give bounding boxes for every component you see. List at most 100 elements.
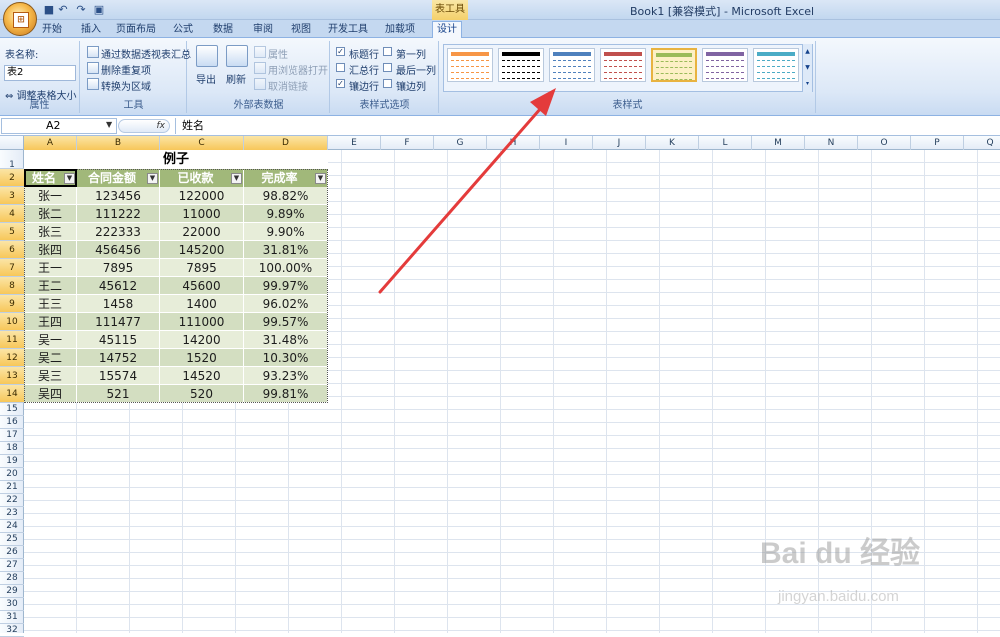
column-header-I[interactable]: I: [540, 136, 593, 150]
row-header-20[interactable]: 20: [0, 468, 24, 481]
table-style-swatch-2[interactable]: [549, 48, 595, 82]
banded-columns-checkbox[interactable]: [383, 79, 392, 88]
table-name-input[interactable]: 表2: [4, 65, 76, 81]
row-header-6[interactable]: 6: [0, 241, 24, 259]
column-header-P[interactable]: P: [911, 136, 964, 150]
row-header-2[interactable]: 2: [0, 169, 24, 187]
table-cell[interactable]: 111477: [77, 313, 160, 331]
tab-9[interactable]: 设计: [432, 21, 462, 38]
row-header-22[interactable]: 22: [0, 494, 24, 507]
row-header-29[interactable]: 29: [0, 585, 24, 598]
row-header-15[interactable]: 15: [0, 403, 24, 416]
unlink-button[interactable]: 取消链接: [268, 78, 308, 93]
table-cell[interactable]: 100.00%: [244, 259, 328, 277]
table-style-swatch-1[interactable]: [498, 48, 544, 82]
column-header-N[interactable]: N: [805, 136, 858, 150]
row-header-10[interactable]: 10: [0, 313, 24, 331]
table-header-cell[interactable]: 合同金额 ▼: [77, 169, 160, 187]
row-header-21[interactable]: 21: [0, 481, 24, 494]
table-cell[interactable]: 王四: [24, 313, 77, 331]
gallery-scroll[interactable]: ▲ ▼ ▾: [802, 44, 812, 92]
total-row-checkbox[interactable]: [336, 63, 345, 72]
gallery-more-icon[interactable]: ▾: [803, 76, 812, 92]
row-header-3[interactable]: 3: [0, 187, 24, 205]
table-cell[interactable]: 7895: [77, 259, 160, 277]
external-properties-button[interactable]: 属性: [268, 46, 288, 61]
column-header-O[interactable]: O: [858, 136, 911, 150]
table-cell[interactable]: 14520: [160, 367, 244, 385]
column-header-F[interactable]: F: [381, 136, 434, 150]
table-cell[interactable]: 14200: [160, 331, 244, 349]
table-cell[interactable]: 93.23%: [244, 367, 328, 385]
table-cell[interactable]: 521: [77, 385, 160, 403]
row-header-1[interactable]: 1: [0, 150, 24, 170]
tab-1[interactable]: 插入: [76, 22, 106, 38]
table-style-swatch-6[interactable]: [753, 48, 799, 82]
save-icon[interactable]: ■: [42, 3, 56, 17]
tab-2[interactable]: 页面布局: [112, 22, 160, 38]
row-header-16[interactable]: 16: [0, 416, 24, 429]
tab-5[interactable]: 审阅: [248, 22, 278, 38]
open-in-browser-button[interactable]: 用浏览器打开: [268, 62, 328, 77]
table-cell[interactable]: 22000: [160, 223, 244, 241]
table-cell[interactable]: 吴一: [24, 331, 77, 349]
cells-area[interactable]: 例子 姓名 ▼ 合同金额 ▼ 已收款 ▼ 完成率 ▼ 张一 123456 122000 98.82% 张二…: [24, 150, 1000, 633]
table-cell[interactable]: 222333: [77, 223, 160, 241]
first-column-checkbox[interactable]: [383, 47, 392, 56]
row-header-27[interactable]: 27: [0, 559, 24, 572]
filter-dropdown-icon[interactable]: ▼: [231, 173, 242, 184]
table-style-swatch-0[interactable]: [447, 48, 493, 82]
tab-7[interactable]: 开发工具: [326, 22, 370, 38]
last-column-checkbox[interactable]: [383, 63, 392, 72]
table-cell[interactable]: 111000: [160, 313, 244, 331]
column-header-B[interactable]: B: [77, 136, 160, 150]
table-cell[interactable]: 王三: [24, 295, 77, 313]
undo-icon[interactable]: ↶: [56, 3, 70, 17]
table-style-swatch-4[interactable]: [651, 48, 697, 82]
table-style-swatch-5[interactable]: [702, 48, 748, 82]
tab-8[interactable]: 加载项: [380, 22, 420, 38]
table-cell[interactable]: 96.02%: [244, 295, 328, 313]
filter-dropdown-icon[interactable]: ▼: [147, 173, 158, 184]
column-header-Q[interactable]: Q: [964, 136, 1000, 150]
row-header-25[interactable]: 25: [0, 533, 24, 546]
table-cell[interactable]: 99.81%: [244, 385, 328, 403]
row-header-14[interactable]: 14: [0, 385, 24, 403]
table-cell[interactable]: 张四: [24, 241, 77, 259]
row-header-9[interactable]: 9: [0, 295, 24, 313]
column-header-G[interactable]: G: [434, 136, 487, 150]
table-cell[interactable]: 15574: [77, 367, 160, 385]
table-cell[interactable]: 1400: [160, 295, 244, 313]
column-header-C[interactable]: C: [160, 136, 244, 150]
gallery-up-icon[interactable]: ▲: [803, 44, 812, 60]
table-cell[interactable]: 123456: [77, 187, 160, 205]
office-button[interactable]: ⊞: [3, 2, 37, 36]
gallery-down-icon[interactable]: ▼: [803, 60, 812, 76]
row-header-17[interactable]: 17: [0, 429, 24, 442]
row-header-28[interactable]: 28: [0, 572, 24, 585]
row-header-18[interactable]: 18: [0, 442, 24, 455]
row-header-11[interactable]: 11: [0, 331, 24, 349]
row-header-4[interactable]: 4: [0, 205, 24, 223]
column-header-K[interactable]: K: [646, 136, 699, 150]
name-box-dropdown-icon[interactable]: ▼: [106, 120, 112, 129]
table-cell[interactable]: 张一: [24, 187, 77, 205]
table-cell[interactable]: 1458: [77, 295, 160, 313]
refresh-button[interactable]: 刷新: [226, 71, 246, 86]
table-cell[interactable]: 45600: [160, 277, 244, 295]
table-cell[interactable]: 99.97%: [244, 277, 328, 295]
column-header-E[interactable]: E: [328, 136, 381, 150]
table-cell[interactable]: 王二: [24, 277, 77, 295]
row-header-19[interactable]: 19: [0, 455, 24, 468]
table-cell[interactable]: 111222: [77, 205, 160, 223]
row-header-31[interactable]: 31: [0, 611, 24, 624]
table-cell[interactable]: 520: [160, 385, 244, 403]
tab-4[interactable]: 数据: [208, 22, 238, 38]
table-cell[interactable]: 7895: [160, 259, 244, 277]
row-header-13[interactable]: 13: [0, 367, 24, 385]
export-button[interactable]: 导出: [196, 71, 216, 86]
remove-duplicates-button[interactable]: 删除重复项: [101, 62, 151, 77]
formula-input[interactable]: 姓名: [175, 118, 995, 134]
banded-rows-checkbox[interactable]: ✓: [336, 79, 345, 88]
table-header-cell[interactable]: 姓名 ▼: [24, 169, 77, 187]
